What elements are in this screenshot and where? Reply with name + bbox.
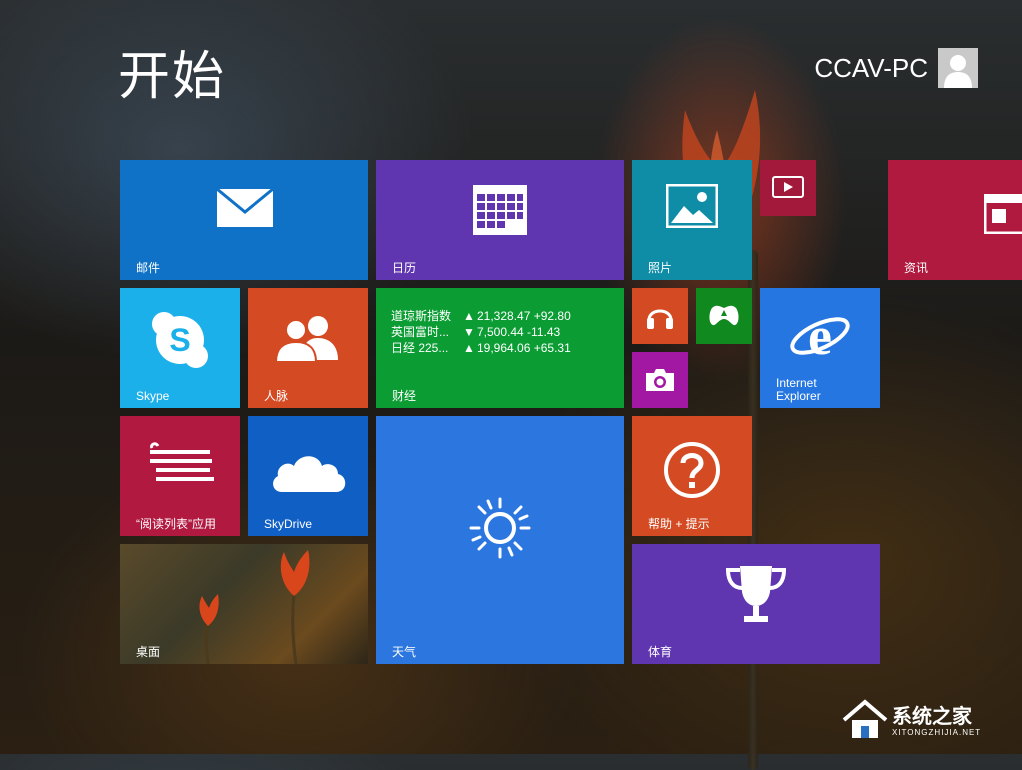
tile-calendar[interactable]: 日历	[376, 160, 624, 280]
page-title: 开始	[118, 47, 227, 107]
tile-reading-list[interactable]: “阅读列表”应用	[120, 416, 240, 536]
question-icon	[664, 442, 720, 498]
tile-label: Skype	[136, 389, 170, 403]
finance-index-name: 日经 225...	[391, 341, 449, 355]
sun-icon	[469, 497, 531, 559]
finance-value: 21,328.47 +92.80	[477, 309, 571, 323]
finance-arrow: ▲	[463, 309, 475, 323]
watermark-text: 系统之家	[892, 704, 972, 728]
reading-list-icon	[150, 442, 214, 481]
watermark-subtext: XITONGZHIJIA.NET	[892, 728, 982, 737]
tile-label: 财经	[392, 389, 417, 403]
finance-arrow: ▲	[463, 341, 475, 355]
calendar-icon	[473, 185, 527, 235]
tile-label: 日历	[392, 261, 417, 275]
tile-people[interactable]: 人脉	[248, 288, 368, 408]
svg-text:e: e	[808, 306, 832, 366]
tile-label: 天气	[392, 645, 417, 659]
finance-row: 英国富时... ▼ 7,500.44 -11.43	[391, 324, 571, 340]
tile-video[interactable]	[760, 160, 816, 216]
user-name: CCAV-PC	[814, 52, 928, 83]
tile-music[interactable]	[632, 288, 688, 344]
house-logo-icon	[842, 699, 888, 738]
finance-value: 19,964.06 +65.31	[477, 341, 571, 355]
tile-skydrive[interactable]: SkyDrive	[248, 416, 368, 536]
tile-label: SkyDrive	[264, 517, 313, 531]
tile-desktop[interactable]: 桌面	[120, 544, 368, 664]
people-icon	[274, 316, 338, 362]
photos-icon	[666, 184, 718, 228]
tile-mail[interactable]: 邮件	[120, 160, 368, 280]
tile-sports[interactable]: 体育	[632, 544, 880, 664]
tile-skype[interactable]: S Skype	[120, 288, 240, 408]
tile-label: 照片	[648, 261, 673, 275]
svg-text:S: S	[169, 322, 190, 358]
desktop-wallpaper-image	[199, 550, 310, 664]
tile-games[interactable]	[696, 288, 752, 344]
tile-label-line: Explorer	[776, 389, 821, 403]
watermark-logo: 系统之家 XITONGZHIJIA.NET	[840, 698, 1012, 746]
finance-row: 道琼斯指数 ▲ 21,328.47 +92.80	[391, 308, 571, 324]
finance-arrow: ▼	[463, 325, 475, 339]
user-account[interactable]: CCAV-PC	[814, 47, 978, 89]
headphones-icon	[647, 309, 673, 329]
finance-index-name: 道琼斯指数	[391, 309, 452, 323]
tile-label: Internet Explorer	[776, 377, 821, 403]
finance-index-name: 英国富时...	[391, 325, 450, 339]
tile-label: 桌面	[136, 645, 161, 659]
tile-weather[interactable]: 天气	[376, 416, 624, 664]
tile-news[interactable]: 资讯	[888, 160, 1022, 280]
tile-label: 体育	[648, 645, 673, 659]
camera-icon	[646, 369, 674, 391]
video-icon	[772, 176, 804, 198]
tile-label: 资讯	[904, 261, 929, 275]
finance-list: 道琼斯指数 ▲ 21,328.47 +92.80 英国富时... ▼ 7,500…	[391, 308, 571, 356]
tile-internet-explorer[interactable]: e Internet Explorer	[760, 288, 880, 408]
tile-label: “阅读列表”应用	[136, 517, 216, 531]
cloud-icon	[273, 456, 346, 492]
news-icon	[984, 194, 1022, 234]
user-avatar-icon[interactable]	[938, 48, 978, 88]
finance-value: 7,500.44 -11.43	[477, 325, 561, 339]
tile-label: 邮件	[136, 261, 161, 275]
gamepad-icon	[709, 305, 739, 326]
tile-label: 帮助 + 提示	[648, 517, 710, 531]
trophy-icon	[725, 566, 787, 622]
tile-photos[interactable]: 照片	[632, 160, 752, 280]
ie-icon: e	[790, 306, 850, 366]
finance-row: 日经 225... ▲ 19,964.06 +65.31	[391, 340, 571, 356]
tile-camera[interactable]	[632, 352, 688, 408]
tile-finance[interactable]: 道琼斯指数 ▲ 21,328.47 +92.80 英国富时... ▼ 7,500…	[376, 288, 624, 408]
tile-help-tips[interactable]: 帮助 + 提示	[632, 416, 752, 536]
skype-icon: S	[152, 312, 208, 368]
tile-label: 人脉	[264, 389, 289, 403]
mail-icon	[216, 188, 274, 227]
